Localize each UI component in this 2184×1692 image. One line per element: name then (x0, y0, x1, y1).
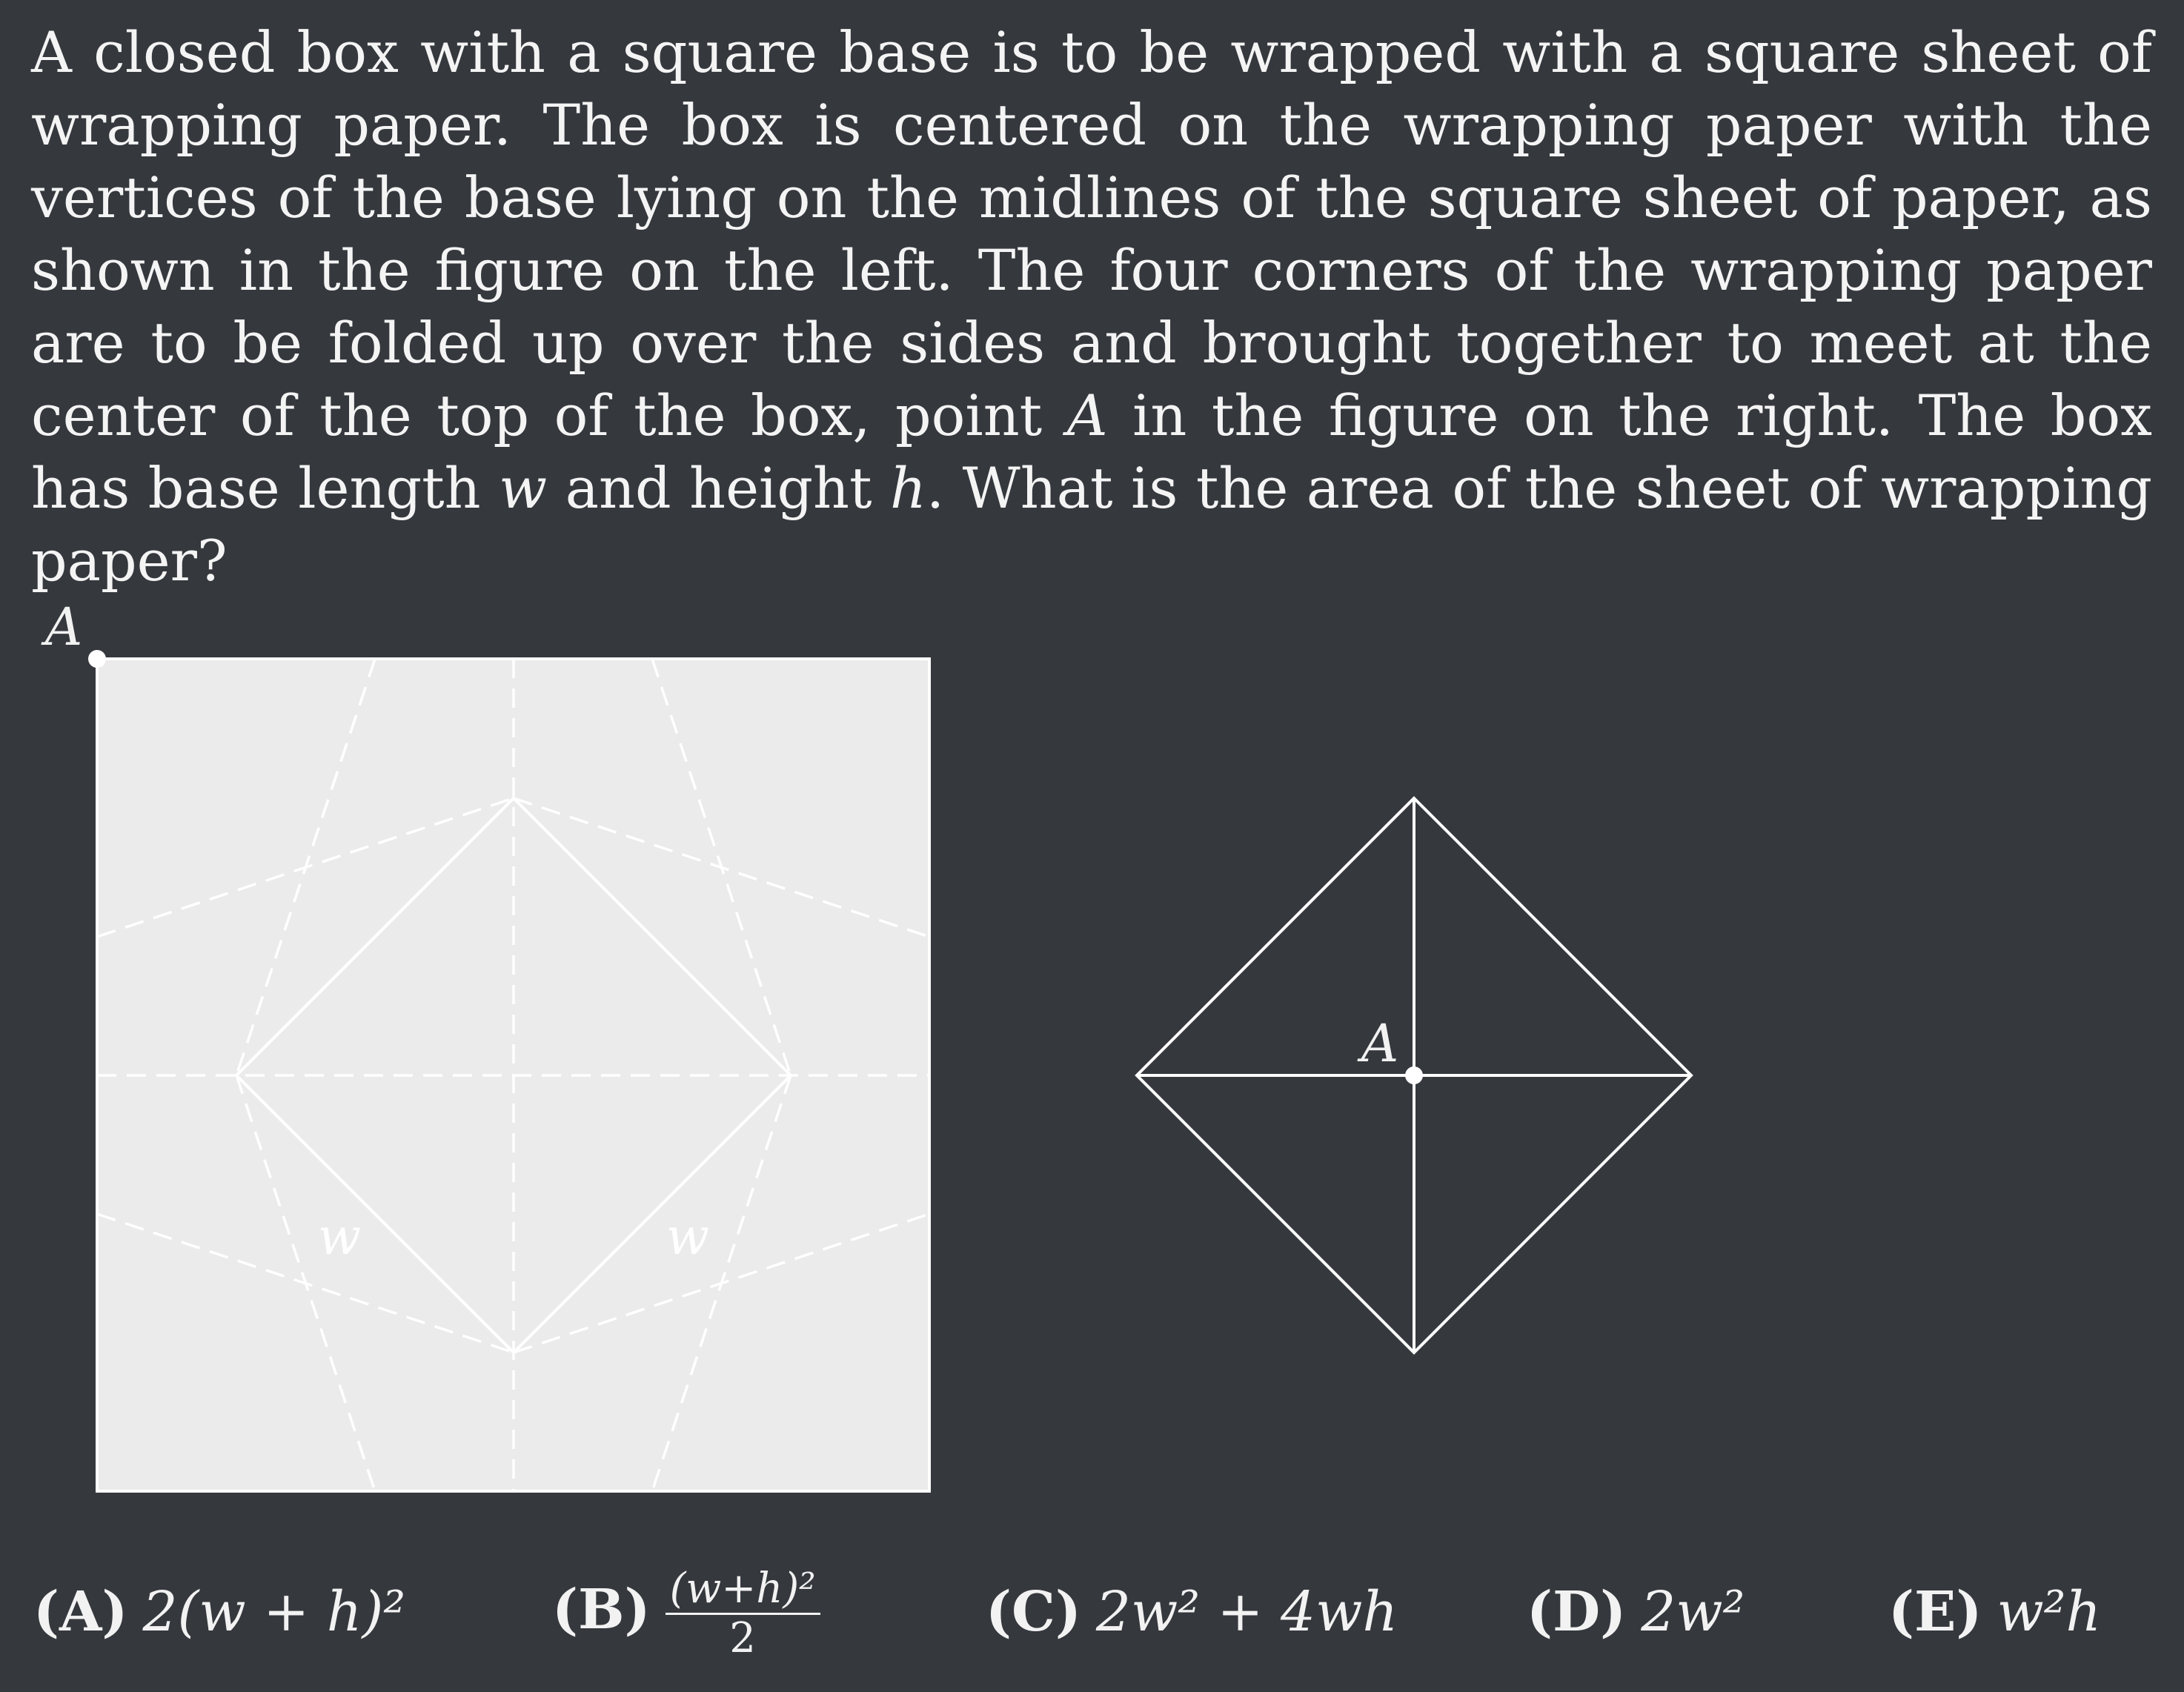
choice-d[interactable]: (D) 2w² (1527, 1580, 1745, 1644)
choice-b-label: (B) (552, 1577, 651, 1642)
width-label-right: w (666, 1208, 709, 1267)
choice-e-expression: w²h (1997, 1580, 2102, 1644)
width-variable: w (499, 455, 548, 521)
corner-mask-top-left (111, 671, 200, 745)
corner-mask-bottom-left (111, 1404, 200, 1479)
answer-choices: (A) 2(w + h)² (B) (w+h)² 2 (C) 2w² + 4wh (D)… (0, 1565, 2184, 1675)
point-a-label-left: A (41, 597, 83, 657)
choice-c-label: (C) (986, 1580, 1081, 1644)
choice-e[interactable]: (E) w²h (1888, 1580, 2101, 1644)
wrapping-paper-diagram: w w A (41, 597, 931, 1493)
choice-a-expression: 2(w + h)² (142, 1580, 405, 1644)
choice-b[interactable]: (B) (w+h)² 2 (552, 1565, 820, 1662)
corner-mask-bottom-right (826, 1404, 915, 1479)
choice-a-label: (A) (33, 1580, 128, 1644)
choice-b-denominator: 2 (729, 1614, 756, 1662)
choice-d-label: (D) (1527, 1580, 1627, 1644)
problem-text: A closed box with a square base is to be… (31, 16, 2152, 597)
choice-a[interactable]: (A) 2(w + h)² (33, 1580, 405, 1644)
height-variable: h (890, 455, 926, 521)
point-a-label-right: A (1357, 1013, 1399, 1074)
corner-mask-top-right (826, 671, 915, 745)
choice-c-expression: 2w² + 4wh (1095, 1580, 1398, 1644)
point-a-marker-right (1405, 1066, 1423, 1084)
wrapping-figure: w w A A (41, 597, 1693, 1493)
point-variable: A (1066, 382, 1108, 448)
choice-b-numerator: (w+h)² (665, 1565, 820, 1615)
choice-c[interactable]: (C) 2w² + 4wh (986, 1580, 1398, 1644)
choice-d-expression: 2w² (1641, 1580, 1745, 1644)
point-a-marker-left (88, 650, 106, 668)
width-label-left: w (318, 1208, 361, 1267)
choice-b-fraction: (w+h)² 2 (665, 1565, 820, 1662)
choice-e-label: (E) (1888, 1580, 1982, 1644)
problem-part-3: and height (547, 455, 891, 521)
